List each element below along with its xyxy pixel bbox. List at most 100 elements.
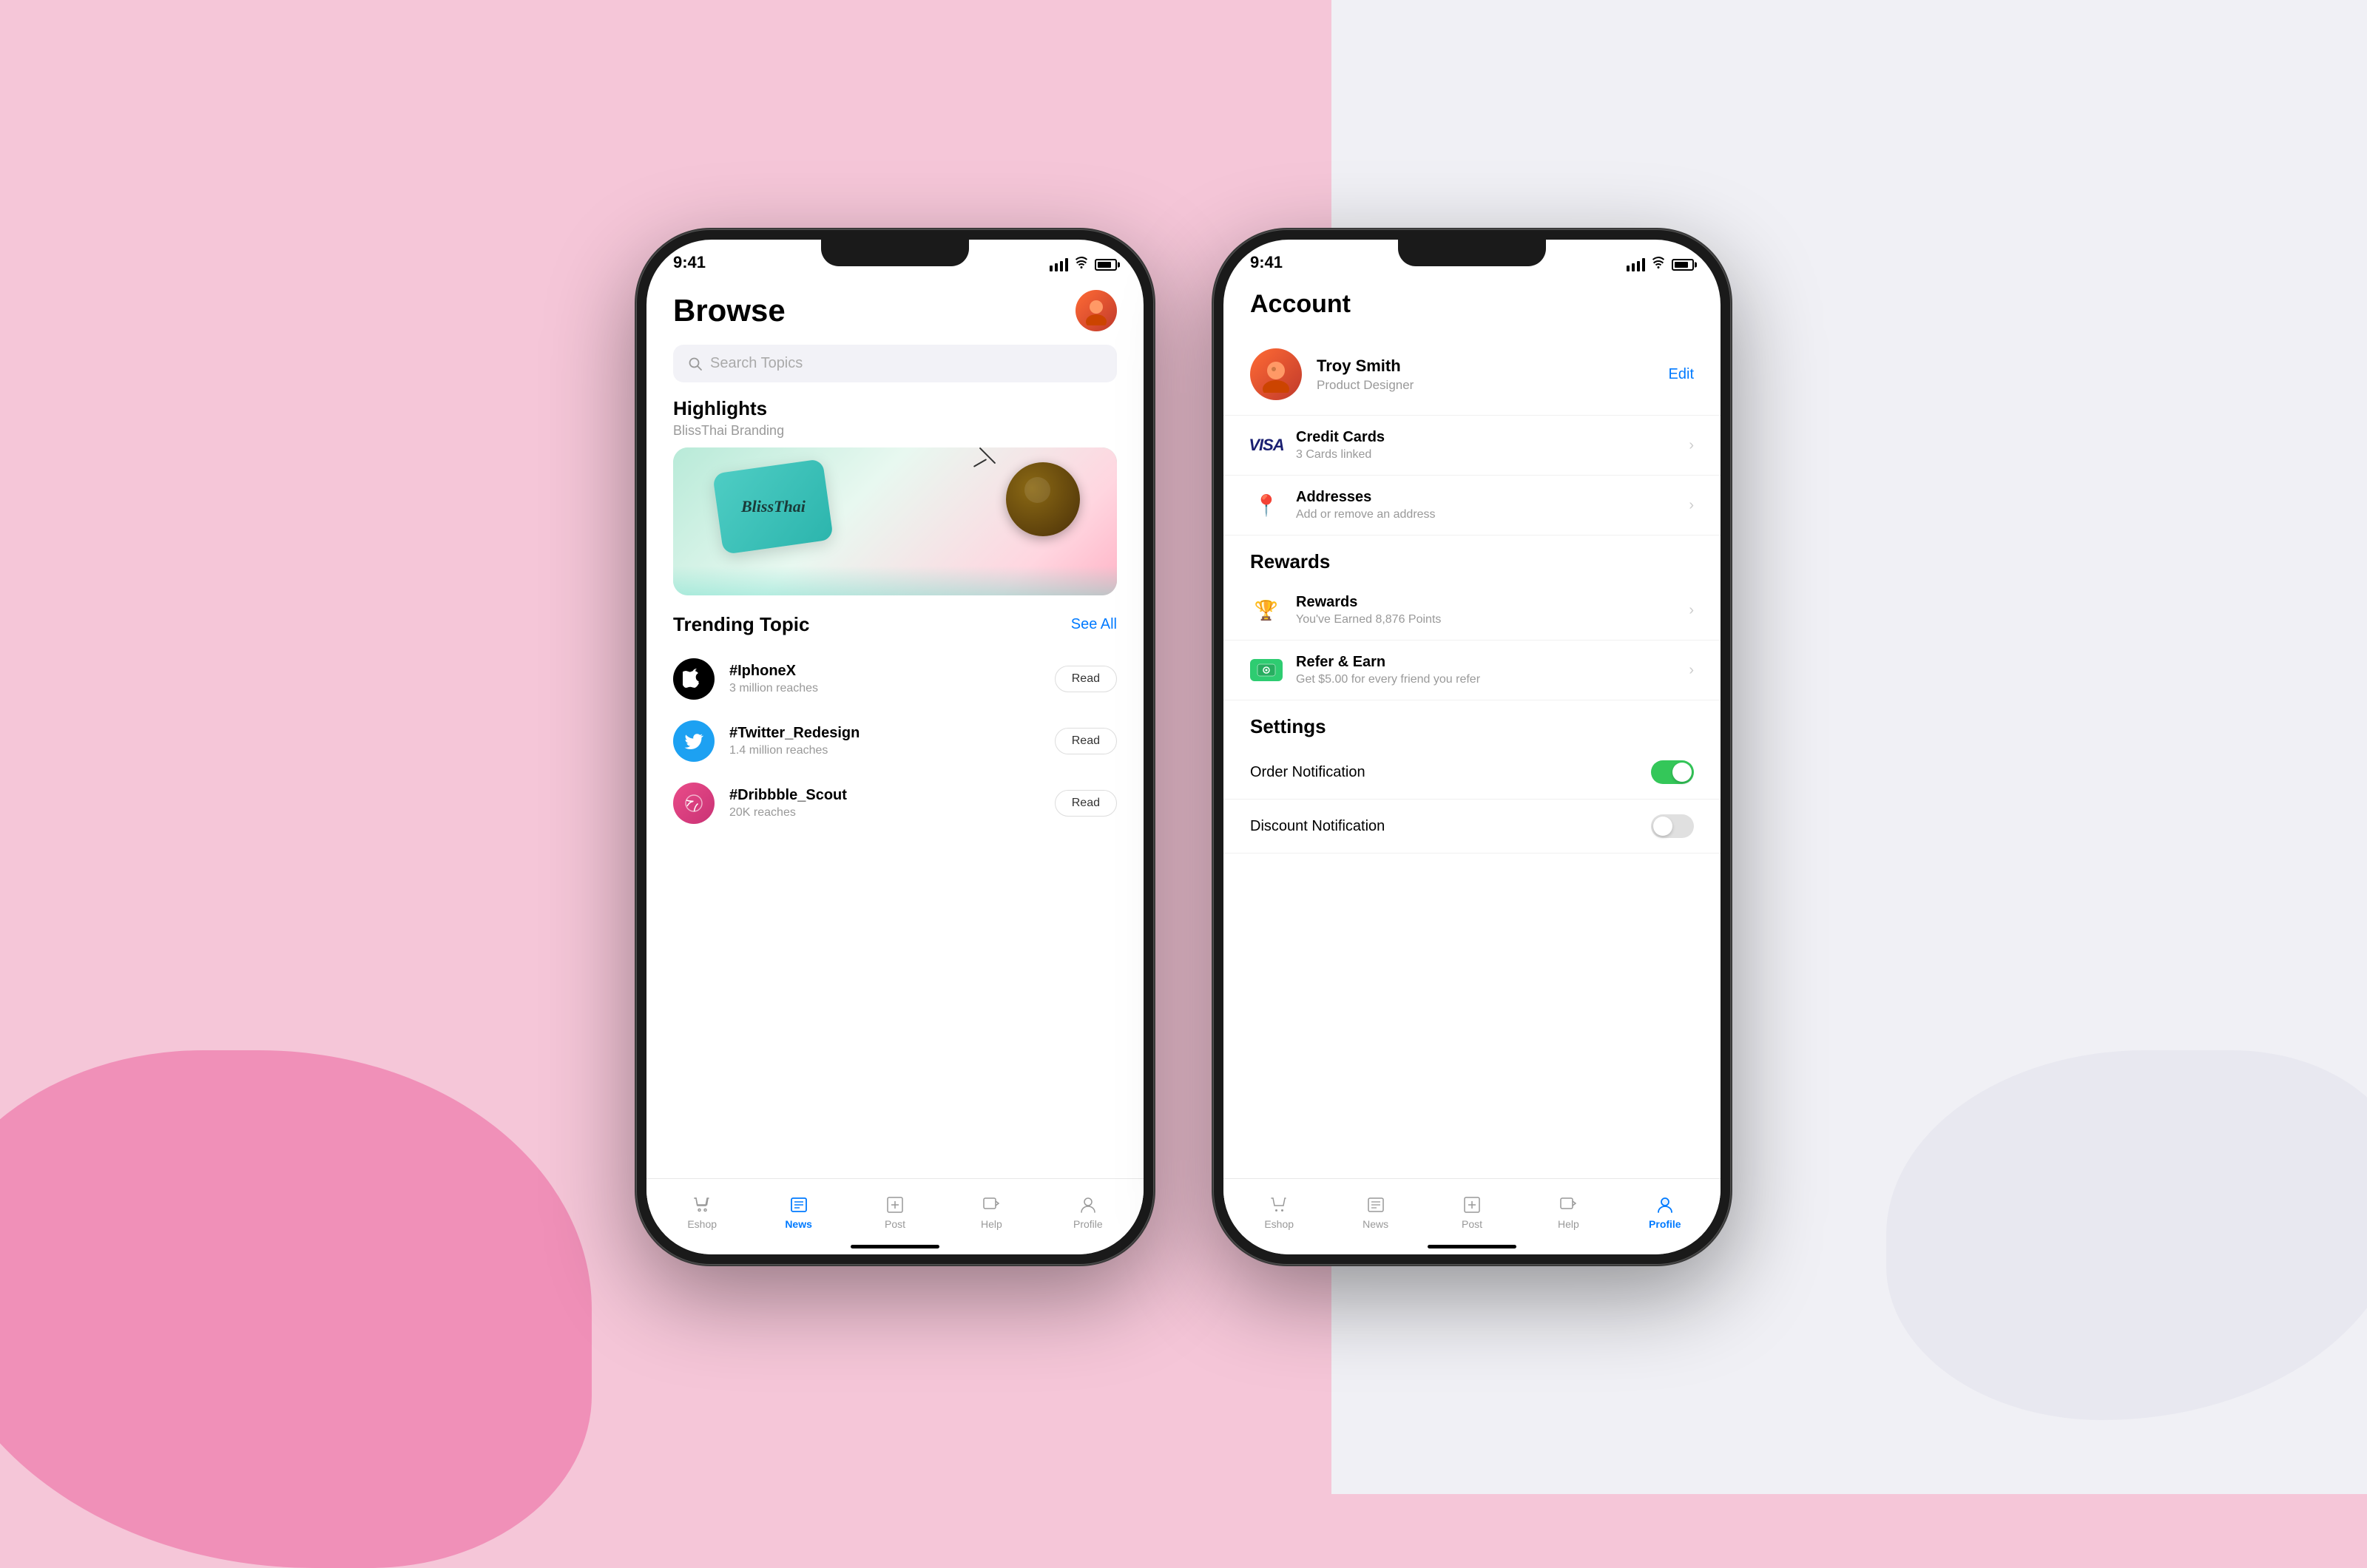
account-title: Account [1250, 290, 1351, 318]
dribbble-icon [673, 783, 715, 824]
post-icon [884, 1194, 906, 1215]
browse-tab-bar: Eshop News [646, 1178, 1144, 1245]
browse-time: 9:41 [673, 253, 706, 272]
chevron-icon-1: › [1689, 437, 1694, 454]
credit-cards-subtitle: 3 Cards linked [1296, 448, 1675, 462]
battery-icon-2 [1672, 259, 1694, 271]
rewards-info: Rewards You've Earned 8,876 Points [1296, 594, 1675, 626]
search-icon [688, 356, 703, 371]
phones-container: 9:41 [636, 229, 1731, 1265]
notch [821, 240, 969, 266]
chevron-icon-2: › [1689, 497, 1694, 514]
addresses-subtitle: Add or remove an address [1296, 508, 1675, 521]
tab-news[interactable]: News [750, 1194, 846, 1230]
browse-content: Browse Search Topics [646, 278, 1144, 1178]
address-icon-container: 📍 [1250, 489, 1283, 521]
order-notification-label: Order Notification [1250, 764, 1365, 781]
settings-section-title: Settings [1223, 700, 1721, 746]
highlight-card[interactable]: BlissThai [673, 447, 1117, 595]
trending-header: Trending Topic See All [646, 613, 1144, 648]
topic-name-2: #Twitter_Redesign [729, 725, 1040, 742]
order-notification-toggle[interactable] [1651, 760, 1694, 784]
credit-cards-title: Credit Cards [1296, 429, 1675, 446]
refer-earn-info: Refer & Earn Get $5.00 for every friend … [1296, 654, 1675, 686]
credit-cards-info: Credit Cards 3 Cards linked [1296, 429, 1675, 462]
eshop-label: Eshop [687, 1218, 717, 1230]
tab-post[interactable]: Post [847, 1194, 943, 1230]
map-pin-icon: 📍 [1254, 493, 1280, 518]
search-bar[interactable]: Search Topics [673, 345, 1117, 382]
trending-item-1: #IphoneX 3 million reaches Read [646, 648, 1144, 710]
help-label: Help [981, 1218, 1002, 1230]
topic-name-1: #IphoneX [729, 663, 1040, 680]
rewards-item[interactable]: 🏆 Rewards You've Earned 8,876 Points › [1223, 581, 1721, 641]
profile-icon [1077, 1194, 1099, 1215]
tab-help[interactable]: Help [943, 1194, 1039, 1230]
help-icon [980, 1194, 1002, 1215]
search-placeholder: Search Topics [710, 355, 803, 372]
tab-help-2[interactable]: Help [1520, 1194, 1616, 1230]
browse-tab-bar-wrapper: Eshop News [646, 1178, 1144, 1254]
browse-screen: 9:41 [646, 240, 1144, 1254]
chevron-icon-3: › [1689, 602, 1694, 619]
tab-post-2[interactable]: Post [1424, 1194, 1520, 1230]
read-button-2[interactable]: Read [1055, 728, 1117, 754]
eshop-icon [691, 1194, 713, 1215]
tab-news-2[interactable]: News [1327, 1194, 1423, 1230]
tab-profile[interactable]: Profile [1040, 1194, 1136, 1230]
battery-icon [1095, 259, 1117, 271]
rewards-subtitle: You've Earned 8,876 Points [1296, 613, 1675, 626]
post-label-2: Post [1462, 1218, 1482, 1230]
home-indicator [851, 1245, 939, 1248]
tab-eshop-2[interactable]: Eshop [1231, 1194, 1327, 1230]
trending-label: Trending Topic [673, 613, 809, 636]
topic-name-3: #Dribbble_Scout [729, 787, 1040, 804]
refer-icon-container [1250, 654, 1283, 686]
refer-earn-item[interactable]: Refer & Earn Get $5.00 for every friend … [1223, 641, 1721, 700]
topic-reaches-1: 3 million reaches [729, 682, 1040, 695]
read-button-1[interactable]: Read [1055, 666, 1117, 692]
signal-bar-2 [1055, 263, 1058, 271]
signal-bar-3 [1060, 261, 1063, 271]
account-content: Account Troy Smith Product Designer [1223, 278, 1721, 1178]
signal-bar-4 [1065, 258, 1068, 271]
chevron-icon-4: › [1689, 662, 1694, 679]
discount-notification-toggle[interactable] [1651, 814, 1694, 838]
tab-eshop[interactable]: Eshop [654, 1194, 750, 1230]
eshop-label-2: Eshop [1264, 1218, 1294, 1230]
account-tab-bar: Eshop News [1223, 1178, 1721, 1245]
avatar[interactable] [1076, 290, 1117, 331]
phone-browse: 9:41 [636, 229, 1154, 1265]
home-indicator-2 [1428, 1245, 1516, 1248]
trending-info-3: #Dribbble_Scout 20K reaches [729, 787, 1040, 820]
eshop-icon-2 [1268, 1194, 1290, 1215]
profile-icon-2 [1654, 1194, 1676, 1215]
help-label-2: Help [1558, 1218, 1579, 1230]
addresses-info: Addresses Add or remove an address [1296, 489, 1675, 521]
profile-label-2: Profile [1649, 1218, 1681, 1230]
edit-button[interactable]: Edit [1669, 366, 1694, 383]
account-tab-bar-wrapper: Eshop News [1223, 1178, 1721, 1254]
account-time: 9:41 [1250, 253, 1283, 272]
profile-row: Troy Smith Product Designer Edit [1223, 334, 1721, 416]
trophy-icon: 🏆 [1255, 599, 1278, 622]
profile-name: Troy Smith [1317, 356, 1654, 376]
phone-account: 9:41 [1213, 229, 1731, 1265]
topic-reaches-3: 20K reaches [729, 806, 1040, 820]
notch-2 [1398, 240, 1546, 266]
addresses-title: Addresses [1296, 489, 1675, 506]
refer-earn-title: Refer & Earn [1296, 654, 1675, 671]
credit-cards-item[interactable]: VISA Credit Cards 3 Cards linked › [1223, 416, 1721, 476]
see-all-button[interactable]: See All [1071, 616, 1117, 633]
refer-earn-subtitle: Get $5.00 for every friend you refer [1296, 673, 1675, 686]
signal-bar-1 [1050, 266, 1053, 271]
profile-info: Troy Smith Product Designer [1317, 356, 1654, 393]
trending-info-2: #Twitter_Redesign 1.4 million reaches [729, 725, 1040, 757]
tab-profile-2[interactable]: Profile [1617, 1194, 1713, 1230]
read-button-3[interactable]: Read [1055, 790, 1117, 817]
addresses-item[interactable]: 📍 Addresses Add or remove an address › [1223, 476, 1721, 535]
trophy-icon-container: 🏆 [1250, 594, 1283, 626]
post-icon-2 [1461, 1194, 1483, 1215]
visa-icon: VISA [1249, 436, 1283, 455]
news-label: News [785, 1218, 812, 1230]
